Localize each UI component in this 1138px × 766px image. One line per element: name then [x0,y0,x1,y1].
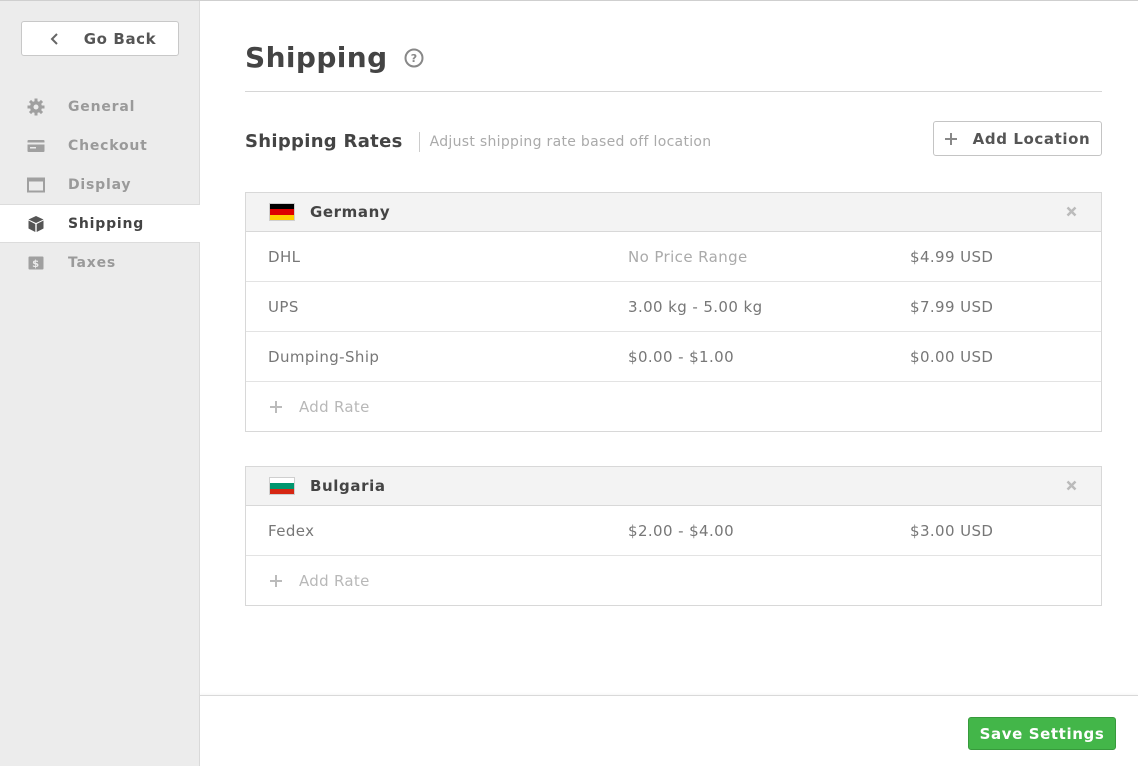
gear-icon [27,98,45,116]
save-settings-button[interactable]: Save Settings [968,717,1116,750]
footer-bar: Save Settings [200,695,1138,766]
plus-icon [944,132,957,145]
close-icon[interactable] [1066,480,1077,491]
location-card-germany: Germany DHL No Price Range $4.99 USD UPS… [245,192,1102,432]
sidebar-item-label: Checkout [68,137,148,154]
sidebar-item-shipping[interactable]: Shipping [0,204,200,243]
sidebar-item-display[interactable]: Display [0,165,200,204]
plus-icon [270,574,282,587]
rate-price: $4.99 USD [910,247,994,266]
sidebar-item-taxes[interactable]: $ Taxes [0,243,200,282]
rate-row[interactable]: Fedex $2.00 - $4.00 $3.00 USD [246,506,1101,556]
rate-price: $0.00 USD [910,347,994,366]
rate-row[interactable]: Dumping-Ship $0.00 - $1.00 $0.00 USD [246,332,1101,382]
go-back-label: Go Back [83,29,157,48]
germany-flag-icon [269,203,295,221]
add-rate-label: Add Rate [299,397,370,416]
location-name: Germany [310,203,391,221]
add-rate-button[interactable]: Add Rate [246,382,1101,431]
rate-row[interactable]: UPS 3.00 kg - 5.00 kg $7.99 USD [246,282,1101,332]
sidebar-item-label: Shipping [68,215,145,232]
add-rate-label: Add Rate [299,571,370,590]
location-header: Germany [246,193,1101,232]
sidebar-nav: General Checkout Display Shipping $ Taxe… [0,87,200,282]
section-divider [418,131,420,152]
window-icon [27,176,45,194]
section-subtitle: Adjust shipping rate based off location [429,133,712,150]
plus-icon [270,400,282,413]
card-icon [27,137,45,155]
add-location-button[interactable]: Add Location [933,121,1102,156]
rate-carrier: UPS [268,297,299,316]
svg-text:?: ? [410,52,416,65]
location-card-bulgaria: Bulgaria Fedex $2.00 - $4.00 $3.00 USD A… [245,466,1102,606]
rate-carrier: Fedex [268,521,315,540]
sidebar-item-label: Display [68,176,132,193]
rate-row[interactable]: DHL No Price Range $4.99 USD [246,232,1101,282]
close-icon[interactable] [1066,206,1077,217]
chevron-left-icon [50,33,58,45]
shipping-rates-header: Shipping Rates Adjust shipping rate base… [245,131,711,152]
location-header: Bulgaria [246,467,1101,506]
sidebar-item-label: Taxes [68,254,117,271]
rate-range: No Price Range [628,247,748,266]
rate-price: $3.00 USD [910,521,994,540]
add-location-label: Add Location [972,129,1091,148]
title-row: Shipping ? [245,41,424,74]
rate-range: 3.00 kg - 5.00 kg [628,297,763,316]
page-title: Shipping [245,41,388,74]
sidebar: Go Back General Checkout Display Shippin… [0,1,200,766]
sidebar-item-label: General [68,98,136,115]
rate-range: $0.00 - $1.00 [628,347,735,366]
main-content: Shipping ? Shipping Rates Adjust shippin… [200,1,1138,695]
box-icon [27,215,45,233]
sidebar-item-checkout[interactable]: Checkout [0,126,200,165]
rate-carrier: DHL [268,247,301,266]
rate-price: $7.99 USD [910,297,994,316]
rate-carrier: Dumping-Ship [268,347,380,366]
rate-range: $2.00 - $4.00 [628,521,735,540]
section-title: Shipping Rates [245,131,403,152]
location-name: Bulgaria [310,477,386,495]
svg-text:$: $ [32,259,40,270]
title-divider [245,91,1102,92]
sidebar-item-general[interactable]: General [0,87,200,126]
question-circle-icon[interactable]: ? [404,48,424,68]
dollar-icon: $ [27,254,45,272]
go-back-button[interactable]: Go Back [21,21,179,56]
add-rate-button[interactable]: Add Rate [246,556,1101,605]
bulgaria-flag-icon [269,477,295,495]
